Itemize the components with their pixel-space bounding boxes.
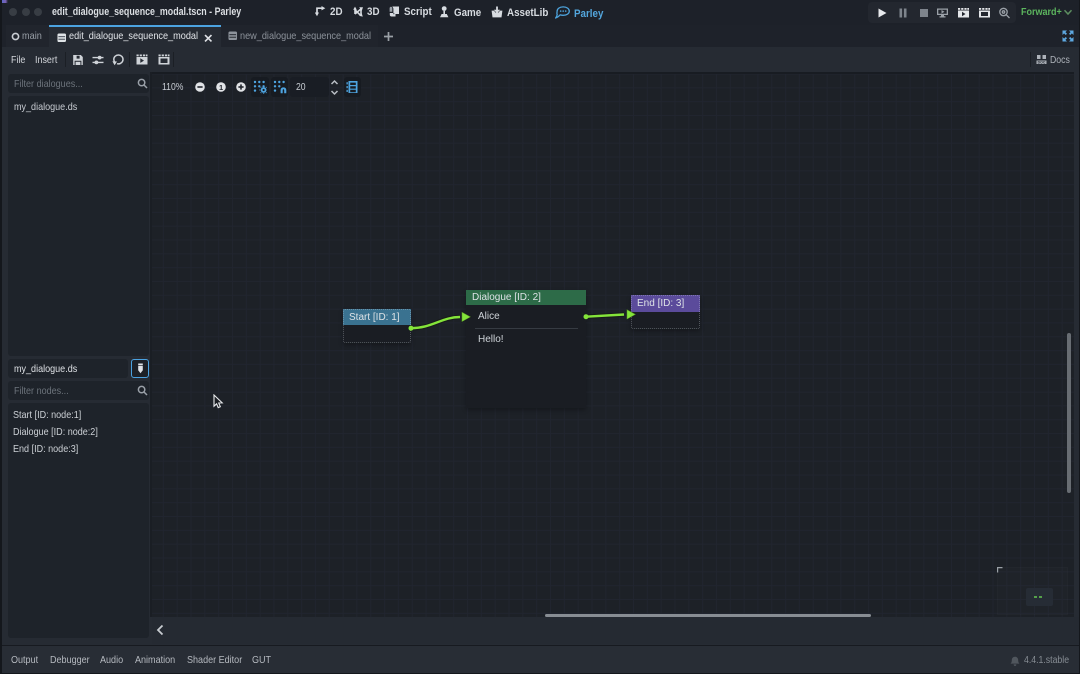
svg-text:DOC: DOC bbox=[1038, 61, 1046, 65]
